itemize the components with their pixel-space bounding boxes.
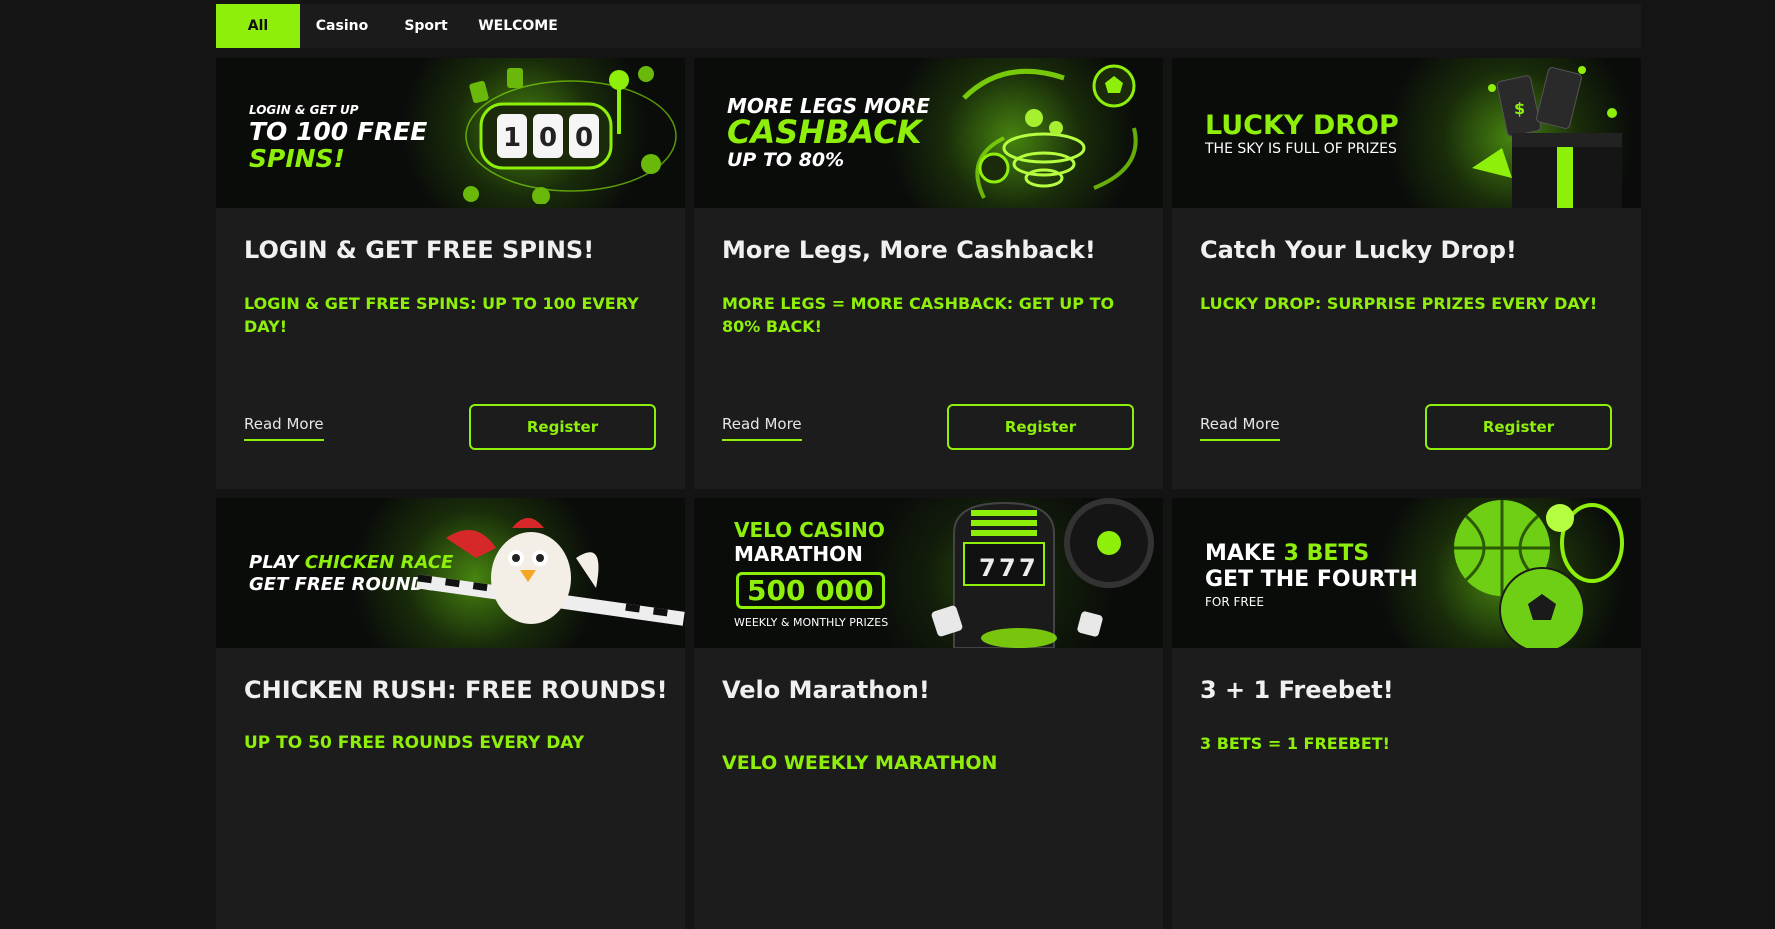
register-button[interactable]: Register bbox=[947, 404, 1134, 450]
promo-title: 3 + 1 Freebet! bbox=[1200, 676, 1394, 704]
promo-card-chicken-rush: PLAY CHICKEN RACE GET FREE ROUNDS CHICKE… bbox=[216, 498, 685, 929]
banner-line: LUCKY DROP bbox=[1205, 110, 1399, 141]
promo-grid: LOGIN & GET UP TO 100 FREE SPINS! 1 0 0 bbox=[216, 58, 1641, 929]
promo-subtitle: 3 BETS = 1 FREEBET! bbox=[1200, 734, 1390, 753]
filter-tabs: All Casino Sport WELCOME bbox=[216, 4, 1641, 48]
chicken-icon bbox=[416, 518, 685, 626]
svg-text:$: $ bbox=[1514, 99, 1525, 118]
promo-card-free-spins: LOGIN & GET UP TO 100 FREE SPINS! 1 0 0 bbox=[216, 58, 685, 489]
promo-banner-lucky-drop[interactable]: LUCKY DROP THE SKY IS FULL OF PRIZES $ bbox=[1172, 58, 1641, 208]
read-more-link[interactable]: Read More bbox=[244, 415, 324, 441]
banner-line: MAKE 3 BETS bbox=[1205, 541, 1370, 566]
promo-card-velo-marathon: VELO CASINO MARATHON 500 000 WEEKLY & MO… bbox=[694, 498, 1163, 929]
register-button[interactable]: Register bbox=[469, 404, 656, 450]
banner-line: FOR FREE bbox=[1205, 595, 1264, 609]
promo-card-cashback: MORE LEGS MORE CASHBACK UP TO 80% More L… bbox=[694, 58, 1163, 489]
gift-box-icon: $ bbox=[1472, 66, 1622, 208]
promo-banner-free-spins[interactable]: LOGIN & GET UP TO 100 FREE SPINS! 1 0 0 bbox=[216, 58, 685, 208]
promo-banner-velo-marathon[interactable]: VELO CASINO MARATHON 500 000 WEEKLY & MO… bbox=[694, 498, 1163, 648]
svg-text:7: 7 bbox=[1019, 554, 1036, 582]
banner-line: TO 100 FREE bbox=[249, 117, 428, 146]
promo-title: Velo Marathon! bbox=[722, 676, 930, 704]
banner-line: MARATHON bbox=[734, 542, 863, 566]
svg-text:0: 0 bbox=[539, 123, 557, 153]
football-whirl-icon bbox=[962, 64, 1138, 199]
promo-subtitle: LUCKY DROP: SURPRISE PRIZES EVERY DAY! bbox=[1200, 294, 1598, 313]
promo-banner-cashback[interactable]: MORE LEGS MORE CASHBACK UP TO 80% bbox=[694, 58, 1163, 208]
tab-casino[interactable]: Casino bbox=[300, 4, 384, 48]
banner-line: SPINS! bbox=[249, 144, 345, 173]
svg-text:7: 7 bbox=[979, 554, 996, 582]
banner-line: GET FREE ROUNDS bbox=[249, 574, 439, 595]
promotions-page: All Casino Sport WELCOME LOGIN & GET UP … bbox=[216, 0, 1641, 929]
read-more-link[interactable]: Read More bbox=[722, 415, 802, 441]
svg-text:1: 1 bbox=[503, 123, 521, 153]
banner-line: UP TO 80% bbox=[727, 149, 845, 171]
promo-subtitle: MORE LEGS = MORE CASHBACK: GET UP TO 80%… bbox=[722, 294, 1115, 336]
tab-welcome[interactable]: WELCOME bbox=[468, 4, 568, 48]
promo-subtitle: UP TO 50 FREE ROUNDS EVERY DAY bbox=[244, 733, 585, 753]
banner-amount: 500 000 bbox=[736, 572, 885, 610]
promo-title: CHICKEN RUSH: FREE ROUNDS! bbox=[244, 676, 668, 704]
banner-line: GET THE FOURTH bbox=[1205, 567, 1418, 592]
promo-title: Catch Your Lucky Drop! bbox=[1200, 236, 1517, 264]
promo-subtitle: VELO WEEKLY MARATHON bbox=[722, 752, 998, 774]
promo-banner-freebet[interactable]: MAKE 3 BETS GET THE FOURTH FOR FREE bbox=[1172, 498, 1641, 648]
promo-subtitle: LOGIN & GET FREE SPINS: UP TO 100 EVERY … bbox=[244, 294, 639, 336]
banner-line: CASHBACK bbox=[727, 113, 922, 151]
promo-title: LOGIN & GET FREE SPINS! bbox=[244, 236, 595, 264]
slot-machine-icon: 7 7 7 bbox=[931, 498, 1154, 648]
tab-sport[interactable]: Sport bbox=[384, 4, 468, 48]
promo-card-lucky-drop: LUCKY DROP THE SKY IS FULL OF PRIZES $ C… bbox=[1172, 58, 1641, 489]
promo-banner-chicken-rush[interactable]: PLAY CHICKEN RACE GET FREE ROUNDS bbox=[216, 498, 685, 648]
sports-balls-icon bbox=[1454, 500, 1624, 648]
slot-reel-icon: 1 0 0 bbox=[463, 66, 677, 204]
banner-line: THE SKY IS FULL OF PRIZES bbox=[1205, 141, 1397, 157]
svg-text:0: 0 bbox=[575, 123, 593, 153]
read-more-link[interactable]: Read More bbox=[1200, 415, 1280, 441]
svg-text:7: 7 bbox=[999, 554, 1016, 582]
register-button[interactable]: Register bbox=[1425, 404, 1612, 450]
banner-line: VELO CASINO bbox=[734, 518, 885, 542]
banner-line: WEEKLY & MONTHLY PRIZES bbox=[734, 616, 889, 629]
banner-line: LOGIN & GET UP bbox=[249, 103, 359, 117]
tab-all[interactable]: All bbox=[216, 4, 300, 48]
promo-card-freebet: MAKE 3 BETS GET THE FOURTH FOR FREE 3 + … bbox=[1172, 498, 1641, 929]
promo-title: More Legs, More Cashback! bbox=[722, 236, 1096, 264]
